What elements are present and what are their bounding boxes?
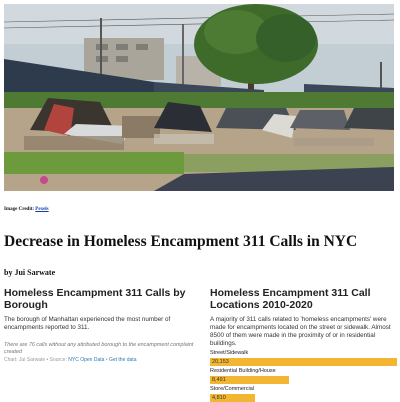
bar-category-label: Street/Sidewalk [210, 350, 249, 356]
location-chart-panel: Homeless Encampment 311 Call Locations 2… [210, 287, 397, 402]
image-credit: Image Credit: Pexels [4, 207, 49, 212]
location-chart-heading: Homeless Encampment 311 Call Locations 2… [210, 287, 371, 311]
encampment-photo [4, 4, 394, 191]
get-the-data-link[interactable]: Get the data [109, 357, 137, 363]
bar-category-label: Residential Building/House [210, 368, 276, 374]
bar: 20,153 [210, 358, 397, 366]
article-byline: by Jui Sarwate [4, 268, 56, 277]
borough-chart-heading: Homeless Encampment 311 Calls by Borough [4, 287, 186, 311]
borough-chart-note: There are 76 calls without any attribute… [4, 342, 194, 355]
article-title: Decrease in Homeless Encampment 311 Call… [4, 233, 358, 250]
source-prefix: Chart: Jui Sarwate • Source: [4, 357, 69, 363]
bar-value-label: 4,810 [212, 395, 226, 401]
bar-category-label: Store/Commercial [210, 386, 255, 392]
bar-value-label: 8,491 [212, 377, 226, 383]
borough-chart-panel: Homeless Encampment 311 Calls by Borough… [4, 287, 197, 364]
bar: 4,810 [210, 394, 255, 402]
borough-chart-source: Chart: Jui Sarwate • Source: NYC Open Da… [4, 356, 197, 364]
bar-value-label: 20,153 [212, 359, 229, 365]
bar: 8,491 [210, 376, 289, 384]
hero-image [4, 4, 394, 191]
nyc-open-data-link[interactable]: NYC Open Data [68, 357, 104, 363]
image-credit-prefix: Image Credit: [4, 207, 36, 212]
pexels-link[interactable]: Pexels [35, 207, 48, 212]
location-chart-description: A majority of 311 calls related to 'home… [210, 316, 391, 347]
borough-chart-description: The borough of Manhattan experienced the… [4, 316, 171, 331]
location-bar-chart: Street/Sidewalk 20,153 Residential Buildin… [210, 350, 397, 402]
